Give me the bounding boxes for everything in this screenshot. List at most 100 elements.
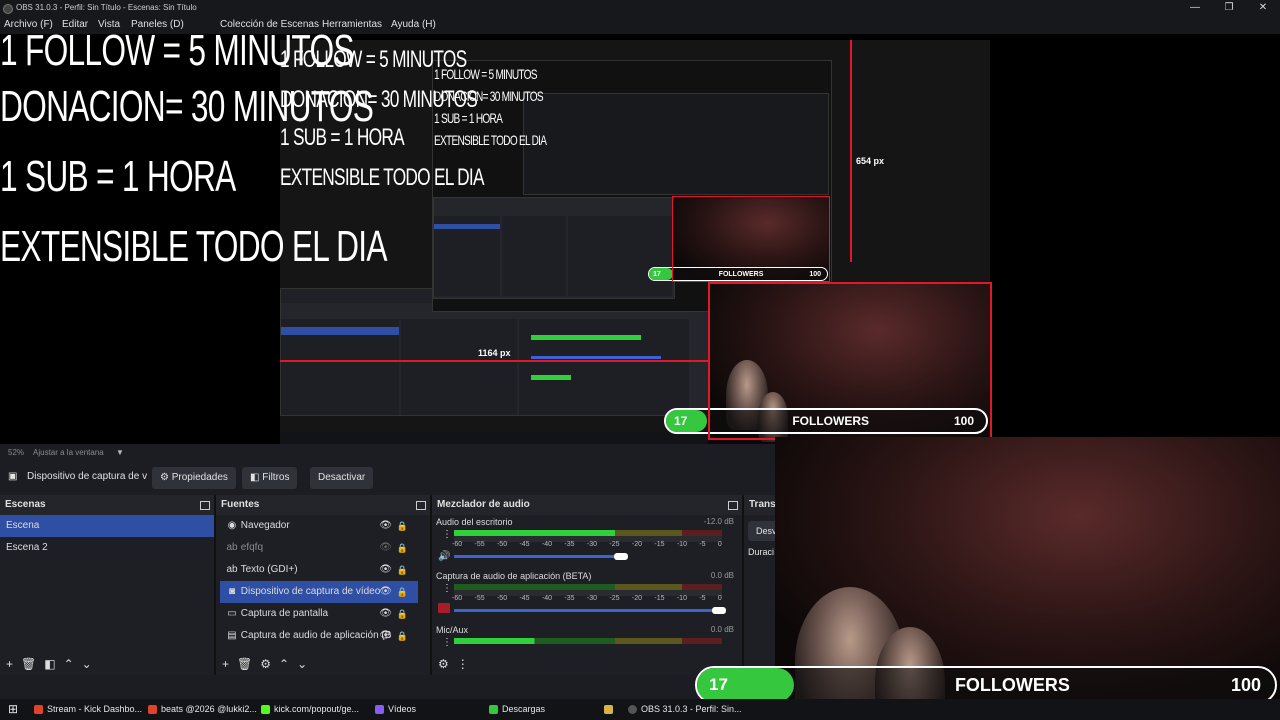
taskbar-item[interactable]: Descargas	[489, 699, 545, 720]
popout-icon[interactable]	[200, 501, 210, 510]
overlay-line-donation-3: DONACION= 30 MINUTOS	[434, 88, 544, 104]
source-toolbar: ▣ Dispositivo de captura de v ⚙ Propieda…	[0, 462, 775, 494]
trash-icon[interactable]: 🗑	[21, 657, 36, 671]
mixer-footer: ⚙ ⋮	[432, 653, 742, 675]
kebab-icon[interactable]: ⋮	[442, 529, 452, 540]
menu-scene-collection[interactable]: Colección de Escenas	[220, 16, 319, 34]
arrow-down-icon[interactable]: ⌄	[297, 657, 307, 671]
lock-icon[interactable]: 🔒	[397, 581, 408, 603]
channel-db: -12.0 dB	[703, 517, 734, 526]
source-item[interactable]: ▤ Captura de audio de aplicación (B 👁 🔒	[220, 625, 418, 647]
eye-icon[interactable]: 👁	[379, 603, 392, 625]
folder-icon[interactable]	[604, 699, 617, 720]
maximize-button[interactable]: ❐	[1212, 0, 1246, 16]
audio-mixer-dock: Mezclador de audio Audio del escritorio …	[432, 495, 744, 675]
followers-goal: 100	[1230, 674, 1261, 695]
height-guide-line	[850, 40, 852, 262]
source-item[interactable]: ab efqfq 👁 🔒	[220, 537, 418, 559]
add-icon[interactable]: +	[6, 657, 13, 671]
menu-bar: Archivo (F) Editar Vista Paneles (D) Col…	[0, 16, 1280, 34]
windows-start-icon[interactable]: ⊞	[8, 699, 18, 720]
camera-icon: ◙	[228, 586, 236, 597]
preview-canvas[interactable]: 1 FOLLOW = 5 MINUTOS DONACION= 30 MINUTO…	[0, 34, 1280, 444]
eye-icon[interactable]: 👁	[379, 515, 392, 537]
zoom-bar: 52% Ajustar a la ventana ▼	[0, 444, 775, 462]
eye-icon[interactable]: 👁	[379, 581, 392, 603]
filters-button[interactable]: ◧ Filtros	[242, 467, 298, 489]
source-item[interactable]: ab Texto (GDI+) 👁 🔒	[220, 559, 418, 581]
channel-db: 0.0 dB	[710, 625, 734, 634]
menu-edit[interactable]: Editar	[62, 16, 88, 34]
chevron-down-icon[interactable]: ▼	[116, 444, 124, 462]
mixer-channel: Audio del escritorio -12.0 dB ⋮ -60 -55 -5…	[432, 515, 742, 569]
lock-icon[interactable]: 🔒	[397, 603, 408, 625]
camera-icon: ▣	[8, 471, 18, 482]
popout-icon[interactable]	[728, 501, 738, 510]
menu-view[interactable]: Vista	[98, 16, 120, 34]
channel-db: 0.0 dB	[710, 571, 734, 580]
mixer-channel: Captura de audio de aplicación (BETA) 0.…	[432, 569, 742, 623]
menu-docks[interactable]: Paneles (D)	[131, 16, 184, 34]
zoom-mode[interactable]: Ajustar a la ventana	[33, 444, 104, 462]
taskbar-item[interactable]: Stream - Kick Dashbo...	[34, 699, 142, 720]
source-item[interactable]: ◙ Dispositivo de captura de vídeo 👁 🔒	[220, 581, 418, 603]
lock-icon[interactable]: 🔒	[397, 559, 408, 581]
add-icon[interactable]: +	[222, 657, 229, 671]
sources-footer: + 🗑 ⚙ ⌃ ⌄	[216, 653, 430, 675]
taskbar-item[interactable]: kick.com/popout/ge...	[261, 699, 359, 720]
width-guide-line	[280, 360, 708, 362]
source-item[interactable]: ▭ Captura de pantalla 👁 🔒	[220, 603, 418, 625]
overlay-line-follow-3: 1 FOLLOW = 5 MINUTOS	[434, 66, 537, 82]
deactivate-button[interactable]: Desactivar	[310, 467, 374, 489]
sources-dock: Fuentes ◉ Navegador 👁 🔒 ab efqfq 👁 🔒 ab Text…	[216, 495, 432, 675]
minimize-button[interactable]: —	[1178, 0, 1212, 16]
width-measure-label: 1164 px	[478, 348, 511, 358]
lock-icon[interactable]: 🔒	[397, 515, 408, 537]
lock-icon[interactable]: 🔒	[397, 537, 408, 559]
overlay-line-extensible-3: EXTENSIBLE TODO EL DIA	[434, 132, 547, 148]
channel-name: Audio del escritorio	[436, 517, 513, 527]
eye-icon[interactable]: 👁	[379, 625, 392, 647]
mixer-title: Mezclador de audio	[437, 499, 530, 510]
filter-icon[interactable]: ◧	[44, 657, 55, 671]
menu-tools[interactable]: Herramientas	[322, 16, 382, 34]
followers-label: FOLLOWERS	[954, 674, 1070, 695]
arrow-down-icon[interactable]: ⌄	[82, 657, 92, 671]
mixer-channel: Mic/Aux 0.0 dB ⋮	[432, 623, 742, 653]
taskbar-item[interactable]: OBS 31.0.3 - Perfil: Sin...	[628, 699, 742, 720]
trash-icon[interactable]: 🗑	[237, 657, 252, 671]
scene-item[interactable]: Escena	[0, 515, 214, 537]
kebab-icon[interactable]: ⋮	[442, 583, 452, 594]
eye-hidden-icon[interactable]: 👁	[379, 537, 392, 559]
scene-item[interactable]: Escena 2	[0, 537, 214, 559]
gear-icon[interactable]: ⚙	[260, 657, 271, 671]
title-bar: OBS 31.0.3 - Perfil: Sin Título - Escena…	[0, 0, 1280, 16]
volume-slider[interactable]	[454, 609, 716, 612]
arrow-up-icon[interactable]: ⌃	[64, 657, 74, 671]
kebab-icon[interactable]: ⋮	[457, 657, 469, 671]
volume-knob[interactable]	[614, 553, 628, 560]
selection-box-nested	[672, 196, 830, 282]
taskbar-item[interactable]: beats @2026 @lukki2...	[148, 699, 257, 720]
overlay-line-sub-2: 1 SUB = 1 HORA	[280, 124, 405, 151]
popout-icon[interactable]	[416, 501, 426, 510]
menu-help[interactable]: Ayuda (H)	[391, 16, 436, 34]
arrow-up-icon[interactable]: ⌃	[279, 657, 289, 671]
volume-slider[interactable]	[454, 555, 614, 558]
taskbar-item[interactable]: Vídeos	[375, 699, 416, 720]
selection-box[interactable]	[708, 282, 992, 440]
eye-icon[interactable]: 👁	[379, 559, 392, 581]
close-button[interactable]: ✕	[1246, 0, 1280, 16]
obs-logo-icon	[3, 4, 13, 14]
taskbar: ⊞ Stream - Kick Dashbo... beats @2026 @l…	[0, 699, 1280, 720]
properties-button[interactable]: ⚙ Propiedades	[152, 467, 236, 489]
muted-speaker-icon[interactable]	[438, 603, 450, 613]
kebab-icon[interactable]: ⋮	[442, 637, 452, 648]
globe-icon: ◉	[227, 520, 237, 531]
menu-file[interactable]: Archivo (F)	[4, 16, 53, 34]
lock-icon[interactable]: 🔒	[397, 625, 408, 647]
gear-icon[interactable]: ⚙	[438, 657, 449, 671]
source-item[interactable]: ◉ Navegador 👁 🔒	[220, 515, 418, 537]
speaker-icon[interactable]: 🔊	[438, 551, 450, 562]
volume-knob[interactable]	[712, 607, 726, 614]
